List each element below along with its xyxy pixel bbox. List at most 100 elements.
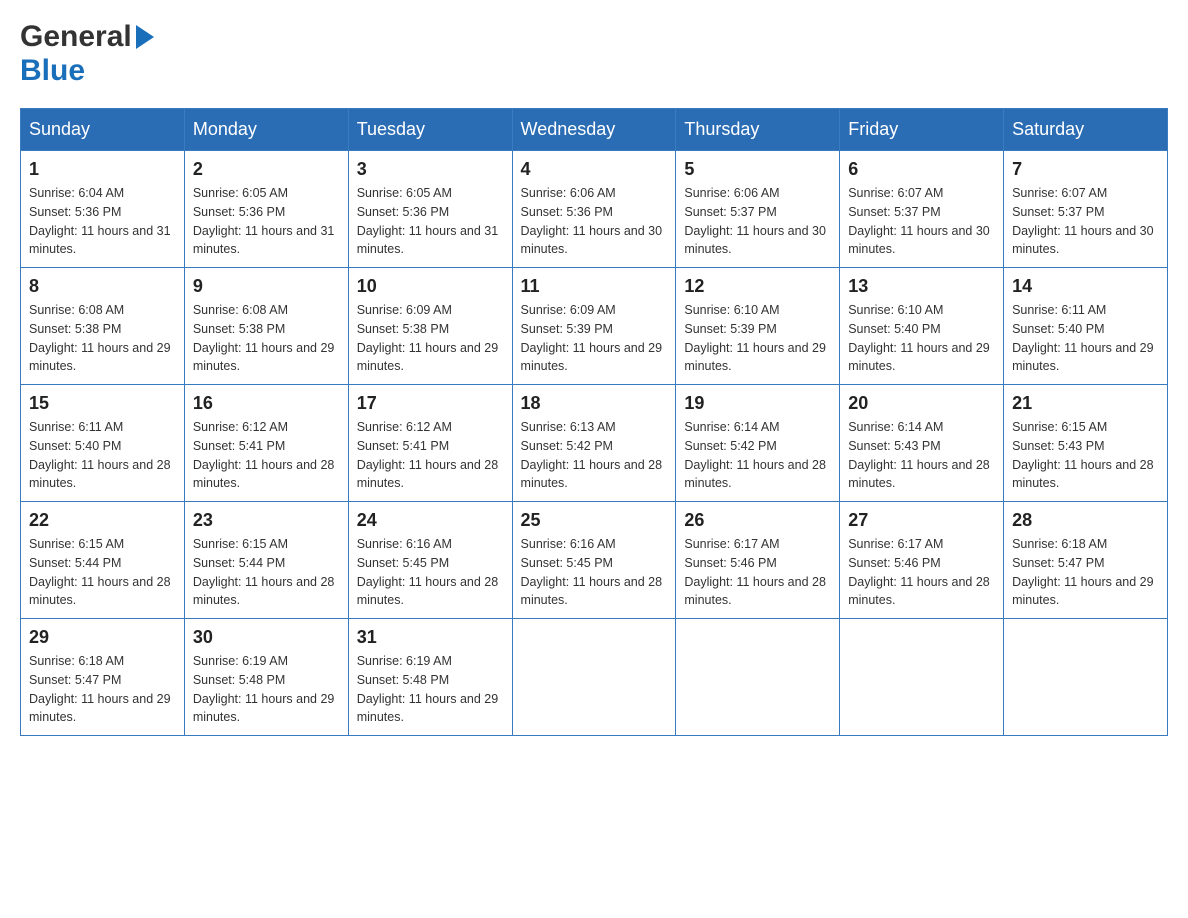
week-row-5: 29 Sunrise: 6:18 AM Sunset: 5:47 PM Dayl… xyxy=(21,619,1168,736)
day-number: 11 xyxy=(521,276,668,297)
calendar-cell: 6 Sunrise: 6:07 AM Sunset: 5:37 PM Dayli… xyxy=(840,151,1004,268)
day-info: Sunrise: 6:16 AM Sunset: 5:45 PM Dayligh… xyxy=(357,535,504,610)
day-info: Sunrise: 6:08 AM Sunset: 5:38 PM Dayligh… xyxy=(29,301,176,376)
weekday-header-sunday: Sunday xyxy=(21,109,185,151)
day-info: Sunrise: 6:06 AM Sunset: 5:36 PM Dayligh… xyxy=(521,184,668,259)
calendar-cell: 25 Sunrise: 6:16 AM Sunset: 5:45 PM Dayl… xyxy=(512,502,676,619)
day-number: 22 xyxy=(29,510,176,531)
day-info: Sunrise: 6:18 AM Sunset: 5:47 PM Dayligh… xyxy=(1012,535,1159,610)
calendar-cell: 30 Sunrise: 6:19 AM Sunset: 5:48 PM Dayl… xyxy=(184,619,348,736)
day-number: 26 xyxy=(684,510,831,531)
calendar-table: SundayMondayTuesdayWednesdayThursdayFrid… xyxy=(20,108,1168,736)
calendar-cell: 3 Sunrise: 6:05 AM Sunset: 5:36 PM Dayli… xyxy=(348,151,512,268)
day-number: 23 xyxy=(193,510,340,531)
logo-general-text: General xyxy=(20,20,132,54)
calendar-cell xyxy=(676,619,840,736)
day-number: 31 xyxy=(357,627,504,648)
calendar-cell: 1 Sunrise: 6:04 AM Sunset: 5:36 PM Dayli… xyxy=(21,151,185,268)
day-number: 30 xyxy=(193,627,340,648)
day-info: Sunrise: 6:10 AM Sunset: 5:39 PM Dayligh… xyxy=(684,301,831,376)
calendar-cell: 15 Sunrise: 6:11 AM Sunset: 5:40 PM Dayl… xyxy=(21,385,185,502)
week-row-3: 15 Sunrise: 6:11 AM Sunset: 5:40 PM Dayl… xyxy=(21,385,1168,502)
calendar-cell: 2 Sunrise: 6:05 AM Sunset: 5:36 PM Dayli… xyxy=(184,151,348,268)
weekday-header-saturday: Saturday xyxy=(1004,109,1168,151)
day-info: Sunrise: 6:16 AM Sunset: 5:45 PM Dayligh… xyxy=(521,535,668,610)
day-info: Sunrise: 6:05 AM Sunset: 5:36 PM Dayligh… xyxy=(193,184,340,259)
weekday-header-row: SundayMondayTuesdayWednesdayThursdayFrid… xyxy=(21,109,1168,151)
calendar-cell: 20 Sunrise: 6:14 AM Sunset: 5:43 PM Dayl… xyxy=(840,385,1004,502)
calendar-cell: 4 Sunrise: 6:06 AM Sunset: 5:36 PM Dayli… xyxy=(512,151,676,268)
day-number: 28 xyxy=(1012,510,1159,531)
calendar-cell: 18 Sunrise: 6:13 AM Sunset: 5:42 PM Dayl… xyxy=(512,385,676,502)
day-number: 17 xyxy=(357,393,504,414)
calendar-cell: 29 Sunrise: 6:18 AM Sunset: 5:47 PM Dayl… xyxy=(21,619,185,736)
day-info: Sunrise: 6:04 AM Sunset: 5:36 PM Dayligh… xyxy=(29,184,176,259)
calendar-cell xyxy=(1004,619,1168,736)
weekday-header-monday: Monday xyxy=(184,109,348,151)
day-number: 27 xyxy=(848,510,995,531)
calendar-cell: 26 Sunrise: 6:17 AM Sunset: 5:46 PM Dayl… xyxy=(676,502,840,619)
day-info: Sunrise: 6:19 AM Sunset: 5:48 PM Dayligh… xyxy=(357,652,504,727)
calendar-cell: 7 Sunrise: 6:07 AM Sunset: 5:37 PM Dayli… xyxy=(1004,151,1168,268)
day-number: 25 xyxy=(521,510,668,531)
calendar-cell: 9 Sunrise: 6:08 AM Sunset: 5:38 PM Dayli… xyxy=(184,268,348,385)
day-info: Sunrise: 6:08 AM Sunset: 5:38 PM Dayligh… xyxy=(193,301,340,376)
day-info: Sunrise: 6:07 AM Sunset: 5:37 PM Dayligh… xyxy=(1012,184,1159,259)
day-number: 21 xyxy=(1012,393,1159,414)
day-number: 5 xyxy=(684,159,831,180)
logo-arrow-icon xyxy=(136,25,154,49)
day-info: Sunrise: 6:15 AM Sunset: 5:43 PM Dayligh… xyxy=(1012,418,1159,493)
day-number: 8 xyxy=(29,276,176,297)
day-number: 15 xyxy=(29,393,176,414)
day-number: 13 xyxy=(848,276,995,297)
day-number: 9 xyxy=(193,276,340,297)
day-info: Sunrise: 6:09 AM Sunset: 5:38 PM Dayligh… xyxy=(357,301,504,376)
day-info: Sunrise: 6:12 AM Sunset: 5:41 PM Dayligh… xyxy=(357,418,504,493)
day-info: Sunrise: 6:15 AM Sunset: 5:44 PM Dayligh… xyxy=(29,535,176,610)
day-info: Sunrise: 6:14 AM Sunset: 5:42 PM Dayligh… xyxy=(684,418,831,493)
day-info: Sunrise: 6:06 AM Sunset: 5:37 PM Dayligh… xyxy=(684,184,831,259)
day-info: Sunrise: 6:18 AM Sunset: 5:47 PM Dayligh… xyxy=(29,652,176,727)
day-info: Sunrise: 6:13 AM Sunset: 5:42 PM Dayligh… xyxy=(521,418,668,493)
day-number: 18 xyxy=(521,393,668,414)
calendar-cell: 13 Sunrise: 6:10 AM Sunset: 5:40 PM Dayl… xyxy=(840,268,1004,385)
calendar-cell: 23 Sunrise: 6:15 AM Sunset: 5:44 PM Dayl… xyxy=(184,502,348,619)
logo-blue-text: Blue xyxy=(20,54,85,88)
day-info: Sunrise: 6:17 AM Sunset: 5:46 PM Dayligh… xyxy=(684,535,831,610)
calendar-cell: 5 Sunrise: 6:06 AM Sunset: 5:37 PM Dayli… xyxy=(676,151,840,268)
day-info: Sunrise: 6:14 AM Sunset: 5:43 PM Dayligh… xyxy=(848,418,995,493)
day-number: 16 xyxy=(193,393,340,414)
calendar-cell: 11 Sunrise: 6:09 AM Sunset: 5:39 PM Dayl… xyxy=(512,268,676,385)
calendar-cell: 19 Sunrise: 6:14 AM Sunset: 5:42 PM Dayl… xyxy=(676,385,840,502)
day-info: Sunrise: 6:17 AM Sunset: 5:46 PM Dayligh… xyxy=(848,535,995,610)
day-number: 10 xyxy=(357,276,504,297)
calendar-cell xyxy=(512,619,676,736)
day-info: Sunrise: 6:15 AM Sunset: 5:44 PM Dayligh… xyxy=(193,535,340,610)
week-row-4: 22 Sunrise: 6:15 AM Sunset: 5:44 PM Dayl… xyxy=(21,502,1168,619)
day-number: 19 xyxy=(684,393,831,414)
week-row-2: 8 Sunrise: 6:08 AM Sunset: 5:38 PM Dayli… xyxy=(21,268,1168,385)
calendar-cell: 14 Sunrise: 6:11 AM Sunset: 5:40 PM Dayl… xyxy=(1004,268,1168,385)
day-number: 6 xyxy=(848,159,995,180)
day-info: Sunrise: 6:10 AM Sunset: 5:40 PM Dayligh… xyxy=(848,301,995,376)
day-info: Sunrise: 6:11 AM Sunset: 5:40 PM Dayligh… xyxy=(29,418,176,493)
calendar-cell: 22 Sunrise: 6:15 AM Sunset: 5:44 PM Dayl… xyxy=(21,502,185,619)
calendar-cell xyxy=(840,619,1004,736)
calendar-cell: 17 Sunrise: 6:12 AM Sunset: 5:41 PM Dayl… xyxy=(348,385,512,502)
weekday-header-tuesday: Tuesday xyxy=(348,109,512,151)
calendar-cell: 10 Sunrise: 6:09 AM Sunset: 5:38 PM Dayl… xyxy=(348,268,512,385)
page-header: General Blue xyxy=(20,20,1168,88)
day-info: Sunrise: 6:05 AM Sunset: 5:36 PM Dayligh… xyxy=(357,184,504,259)
day-info: Sunrise: 6:12 AM Sunset: 5:41 PM Dayligh… xyxy=(193,418,340,493)
calendar-cell: 24 Sunrise: 6:16 AM Sunset: 5:45 PM Dayl… xyxy=(348,502,512,619)
calendar-cell: 27 Sunrise: 6:17 AM Sunset: 5:46 PM Dayl… xyxy=(840,502,1004,619)
day-number: 3 xyxy=(357,159,504,180)
day-number: 12 xyxy=(684,276,831,297)
day-number: 7 xyxy=(1012,159,1159,180)
day-number: 14 xyxy=(1012,276,1159,297)
day-number: 4 xyxy=(521,159,668,180)
day-number: 1 xyxy=(29,159,176,180)
calendar-cell: 31 Sunrise: 6:19 AM Sunset: 5:48 PM Dayl… xyxy=(348,619,512,736)
day-number: 20 xyxy=(848,393,995,414)
calendar-cell: 21 Sunrise: 6:15 AM Sunset: 5:43 PM Dayl… xyxy=(1004,385,1168,502)
